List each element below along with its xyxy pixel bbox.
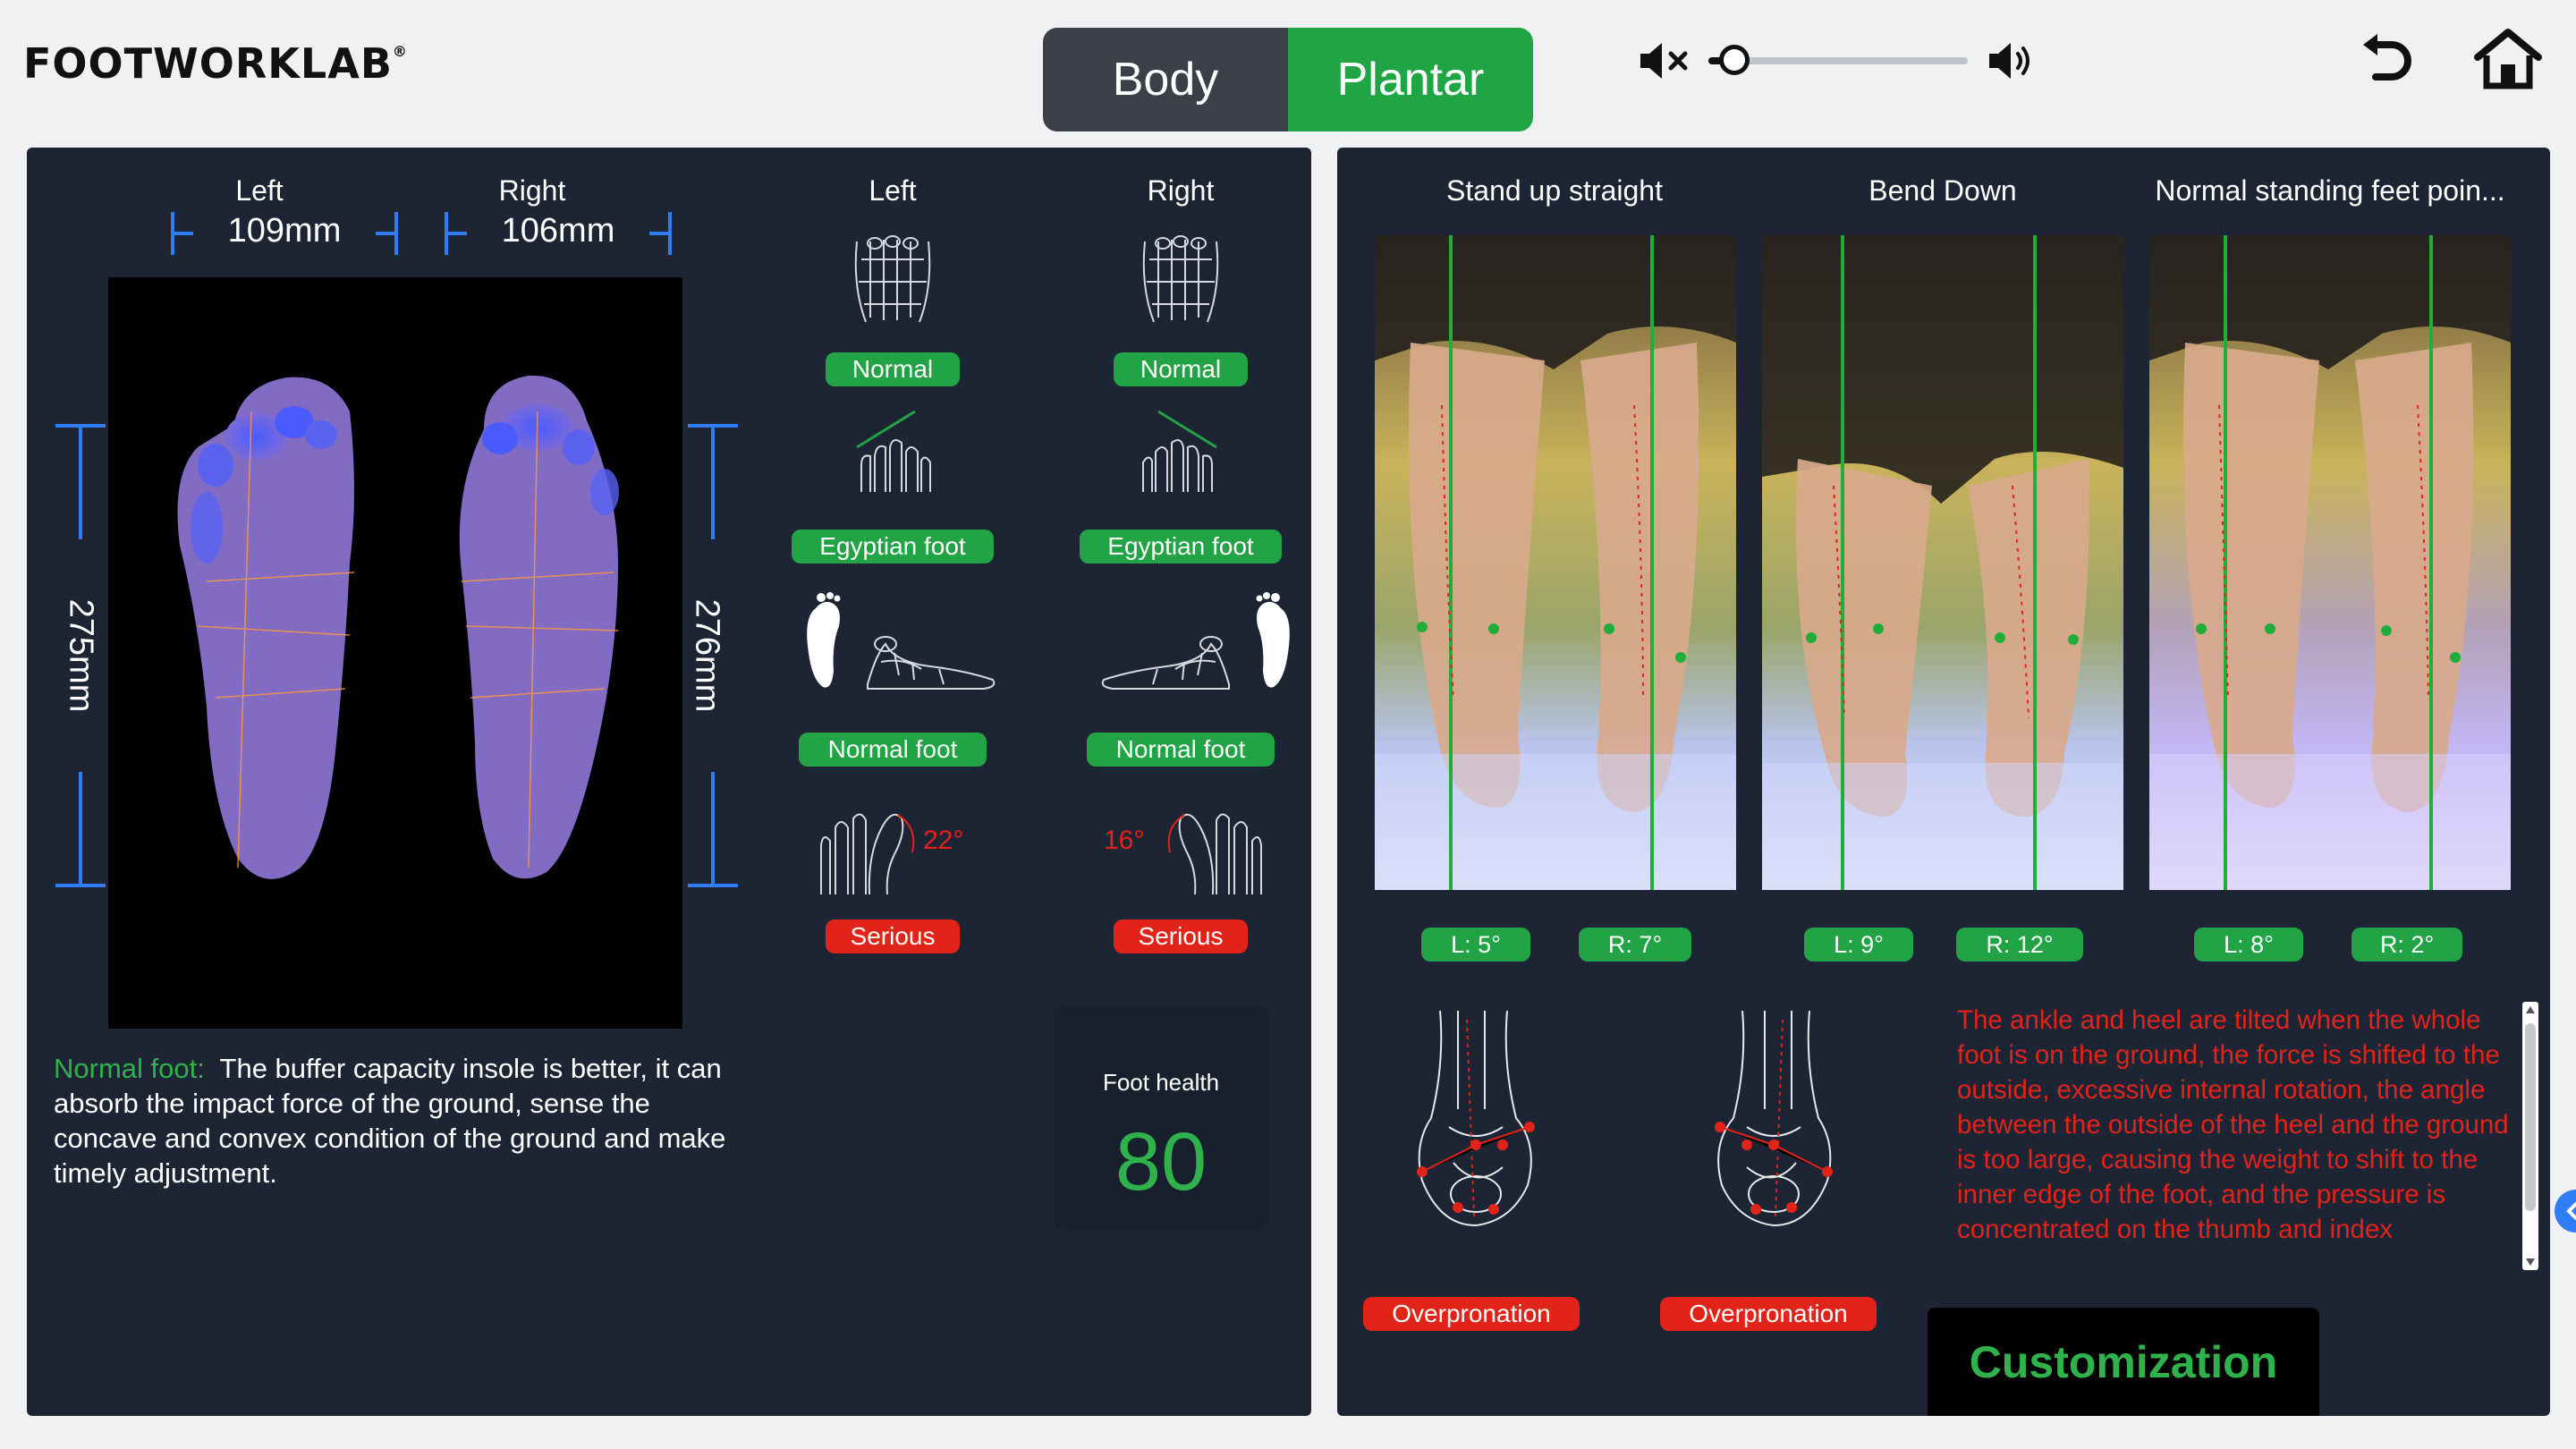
foot-health-label: Foot health [1102,1069,1220,1096]
left-toe-shape-badge: Egyptian foot [792,530,994,564]
foot-type-description: Normal foot: The buffer capacity insole … [54,1051,760,1191]
stand-right-angle: R: 7° [1579,928,1691,962]
advice-scrollbar-thumb[interactable] [2525,1023,2536,1211]
volume-up-icon[interactable] [1986,39,2039,82]
arch-height-icon [807,592,996,690]
customization-button[interactable]: Customization [1928,1308,2319,1416]
left-length-value: 275mm [62,598,100,713]
right-hallux-status-badge: Serious [1114,919,1248,953]
right-foot-label: Right [498,174,566,207]
left-pronation-badge: Overpronation [1363,1297,1580,1331]
toe-shape-icon [856,410,931,492]
left-arch-height-badge: Normal foot [799,733,987,767]
posture-photo-stand [1375,235,1736,890]
foot-bone-icon [1142,235,1219,323]
analysis-right-header: Right [1147,174,1215,207]
posture-advice-text: The ankle and heel are tilted when the w… [1957,1005,2509,1244]
volume-slider-knob[interactable] [1719,45,1750,75]
foot-bone-icon [854,235,931,323]
right-heel-diagram [1715,1011,1833,1227]
home-icon[interactable] [2474,27,2542,89]
plantar-analysis-panel: Left Right 109mm 106mm 275mm 276mm Left … [27,148,1311,1416]
posture-title-normal: Normal standing feet poin... [2155,174,2505,207]
right-arch-type-badge: Normal [1114,352,1248,386]
advice-scrollbar[interactable] [2522,1002,2538,1270]
posture-photo-normal [2149,235,2511,890]
chevron-left-icon [2566,1202,2576,1220]
mode-toggle[interactable]: Body Plantar [1043,28,1533,131]
bend-right-angle: R: 12° [1956,928,2083,962]
left-footprint [177,377,355,879]
right-hallux-angle: 16° [1104,826,1145,855]
normal-left-angle: L: 8° [2194,928,2303,962]
left-heel-diagram [1417,1011,1535,1227]
description-highlight: Normal foot: [54,1053,205,1084]
toe-shape-icon [1142,410,1217,492]
left-hallux-status-badge: Serious [826,919,960,953]
brand-logo: FOOTWORKLAB® [23,39,408,88]
left-hallux-angle: 22° [923,826,964,855]
right-arch-height-badge: Normal foot [1087,733,1275,767]
posture-analysis-panel: Stand up straight Bend Down Normal stand… [1337,148,2550,1416]
left-arch-type-badge: Normal [826,352,960,386]
foot-health-score: 80 [1114,1116,1208,1208]
normal-right-angle: R: 2° [2351,928,2462,962]
posture-title-bend: Bend Down [1868,174,2017,207]
plantar-pressure-scan [108,277,682,1029]
bend-left-angle: L: 9° [1804,928,1913,962]
right-length-value: 276mm [688,598,726,713]
arch-height-icon [1101,592,1290,690]
right-pronation-badge: Overpronation [1660,1297,1877,1331]
foot-health-card: Foot health 80 [1054,1006,1268,1230]
right-toe-shape-badge: Egyptian foot [1080,530,1282,564]
posture-photo-bend [1762,235,2123,890]
hallux-valgus-icon [820,813,915,895]
scroll-down-icon[interactable] [2525,1258,2536,1267]
mute-icon[interactable] [1637,39,1690,82]
stand-left-angle: L: 5° [1421,928,1530,962]
hallux-valgus-icon [1167,813,1262,895]
left-foot-label: Left [235,174,284,207]
posture-title-stand: Stand up straight [1446,174,1663,207]
volume-slider[interactable] [1708,45,1968,75]
right-width-value: 106mm [501,212,615,250]
scroll-up-icon[interactable] [2525,1005,2536,1014]
analysis-left-header: Left [869,174,917,207]
back-icon[interactable] [2358,32,2415,89]
right-footprint [459,375,619,879]
tab-body[interactable]: Body [1043,28,1288,131]
tab-plantar[interactable]: Plantar [1288,28,1533,131]
side-drawer-tab[interactable] [2555,1190,2576,1233]
left-width-value: 109mm [227,212,342,250]
